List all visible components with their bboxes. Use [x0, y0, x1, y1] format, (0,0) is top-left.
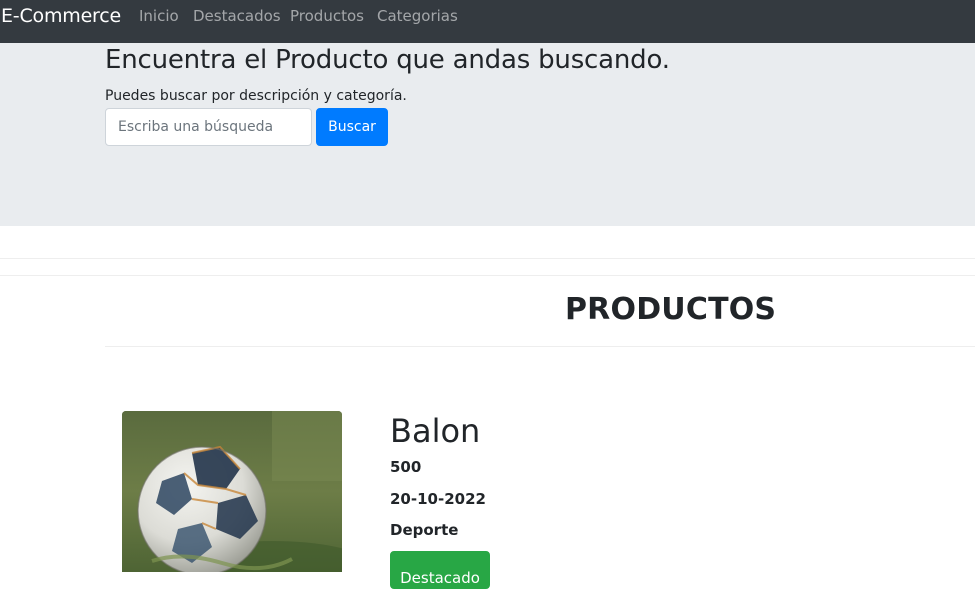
nav-link-destacados[interactable]: Destacados	[193, 7, 281, 25]
search-button[interactable]: Buscar	[316, 108, 388, 146]
nav-link-productos[interactable]: Productos	[290, 7, 364, 25]
featured-badge-button[interactable]: Destacado	[390, 551, 490, 589]
product-name: Balon	[390, 412, 481, 450]
divider	[105, 346, 975, 347]
product-date: 20-10-2022	[390, 490, 486, 508]
hero-title: Encuentra el Producto que andas buscando…	[105, 45, 670, 75]
divider	[0, 258, 975, 259]
nav-link-categorias[interactable]: Categorias	[377, 7, 458, 25]
divider	[0, 275, 975, 276]
product-price: 500	[390, 458, 422, 476]
hero-subtitle: Puedes buscar por descripción y categorí…	[105, 88, 407, 104]
top-navbar: E-Commerce Inicio Destacados Productos C…	[0, 0, 975, 43]
brand-link[interactable]: E-Commerce	[1, 5, 121, 27]
soccer-ball-photo-icon	[122, 411, 342, 572]
products-section-title: PRODUCTOS	[565, 292, 777, 327]
product-image[interactable]	[122, 411, 342, 572]
search-input[interactable]	[105, 108, 312, 146]
product-category: Deporte	[390, 521, 459, 539]
nav-link-inicio[interactable]: Inicio	[139, 7, 179, 25]
